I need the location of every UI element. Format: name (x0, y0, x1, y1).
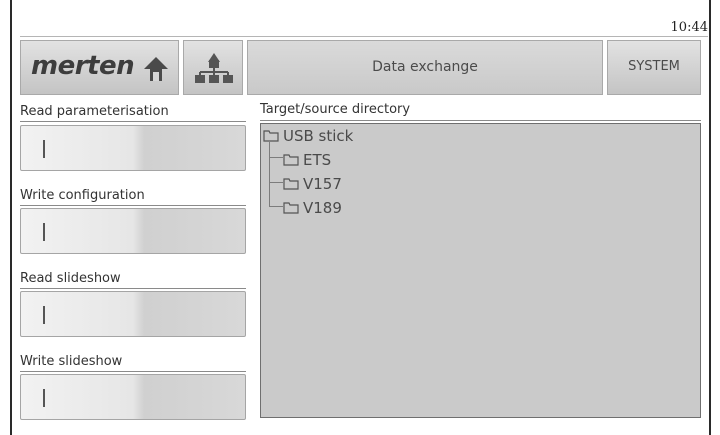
action-label-read-parameterisation: Read parameterisation (20, 104, 169, 119)
tree-connector (269, 142, 270, 207)
read-parameterisation-button[interactable] (20, 125, 246, 171)
action-divider (20, 288, 246, 289)
top-divider (20, 36, 708, 37)
action-divider (20, 121, 246, 122)
tree-connector (269, 206, 283, 207)
action-label-write-configuration: Write configuration (20, 188, 145, 203)
folder-icon (283, 154, 299, 166)
tree-item-v157[interactable]: V157 (283, 175, 342, 193)
cursor-bar-icon (43, 223, 45, 241)
brand-logo: merten (31, 51, 135, 81)
tree-item-label: V189 (303, 199, 342, 217)
tree-item-v189[interactable]: V189 (283, 199, 342, 217)
clock: 10:44 (670, 20, 708, 35)
action-divider (20, 205, 246, 206)
page-title-bar: Data exchange (247, 40, 603, 95)
folder-icon (263, 130, 279, 142)
folder-icon (283, 178, 299, 190)
tree-item-label: V157 (303, 175, 342, 193)
network-button[interactable] (183, 40, 243, 95)
network-tree-icon (195, 53, 233, 83)
system-label: SYSTEM (628, 59, 680, 74)
directory-divider (260, 120, 701, 121)
directory-tree-panel[interactable]: USB stick ETS V157 V189 (260, 123, 701, 418)
home-button[interactable]: merten (20, 40, 179, 95)
action-label-read-slideshow: Read slideshow (20, 271, 121, 286)
action-divider (20, 371, 246, 372)
write-slideshow-button[interactable] (20, 374, 246, 420)
tree-item-root[interactable]: USB stick (263, 127, 353, 145)
write-configuration-button[interactable] (20, 208, 246, 254)
cursor-bar-icon (43, 140, 45, 158)
cursor-bar-icon (43, 389, 45, 407)
header-bar: merten Data exchange SYSTEM (20, 40, 701, 95)
folder-icon (283, 202, 299, 214)
system-button[interactable]: SYSTEM (607, 40, 701, 95)
tree-item-label: USB stick (283, 127, 354, 145)
tree-connector (269, 182, 283, 183)
tree-connector (269, 157, 283, 158)
action-label-write-slideshow: Write slideshow (20, 354, 123, 369)
directory-label: Target/source directory (260, 102, 411, 117)
tree-item-ets[interactable]: ETS (283, 151, 331, 169)
tree-item-label: ETS (303, 151, 332, 169)
home-arrow-icon (144, 57, 168, 81)
cursor-bar-icon (43, 306, 45, 324)
page-title: Data exchange (372, 59, 478, 75)
read-slideshow-button[interactable] (20, 291, 246, 337)
